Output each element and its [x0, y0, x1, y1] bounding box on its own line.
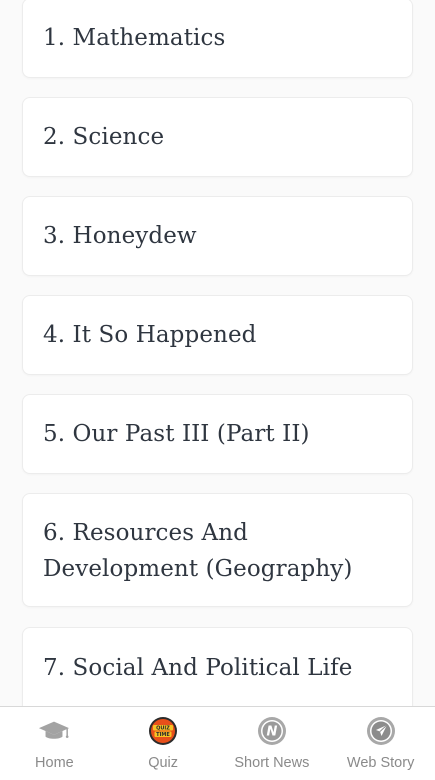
nav-label: Home: [35, 755, 74, 771]
subject-card-mathematics[interactable]: 1. Mathematics: [22, 0, 413, 78]
subject-title: 2. Science: [43, 124, 165, 150]
subject-title: 6. Resources And Development (Geography): [43, 520, 353, 582]
svg-text:N: N: [266, 725, 277, 740]
subject-title: 7. Social And Political Life: [43, 655, 353, 681]
subject-card-our-past[interactable]: 5. Our Past III (Part II): [22, 394, 413, 474]
quiz-icon-text-top: QUIZ: [156, 725, 170, 731]
nav-quiz[interactable]: QUIZ TIME Quiz: [109, 707, 218, 780]
nav-web-story[interactable]: Web Story: [326, 707, 435, 780]
nav-home[interactable]: Home: [0, 707, 109, 780]
subject-title: 5. Our Past III (Part II): [43, 421, 310, 447]
subject-card-science[interactable]: 2. Science: [22, 97, 413, 177]
quiz-icon-text-bottom: TIME: [156, 732, 170, 738]
subject-card-honeydew[interactable]: 3. Honeydew: [22, 196, 413, 276]
graduation-cap-icon: [38, 716, 70, 746]
subject-card-it-so-happened[interactable]: 4. It So Happened: [22, 295, 413, 375]
app-screen: 1. Mathematics 2. Science 3. Honeydew 4.…: [0, 0, 435, 780]
nav-label: Web Story: [346, 755, 415, 771]
nav-label: Quiz: [148, 755, 179, 771]
paper-plane-icon: [365, 716, 397, 746]
nav-short-news[interactable]: N Short News: [218, 707, 327, 780]
subject-title: 1. Mathematics: [43, 25, 226, 51]
subject-title: 4. It So Happened: [43, 322, 257, 348]
subject-card-resources-development[interactable]: 6. Resources And Development (Geography): [22, 493, 413, 607]
quiz-time-icon: QUIZ TIME: [147, 716, 179, 746]
subject-title: 3. Honeydew: [43, 223, 197, 249]
nav-label: Short News: [234, 755, 310, 771]
bottom-navigation: Home QUIZ TIME Quiz N Short News Web Sto…: [0, 706, 435, 780]
news-n-icon: N: [256, 716, 288, 746]
